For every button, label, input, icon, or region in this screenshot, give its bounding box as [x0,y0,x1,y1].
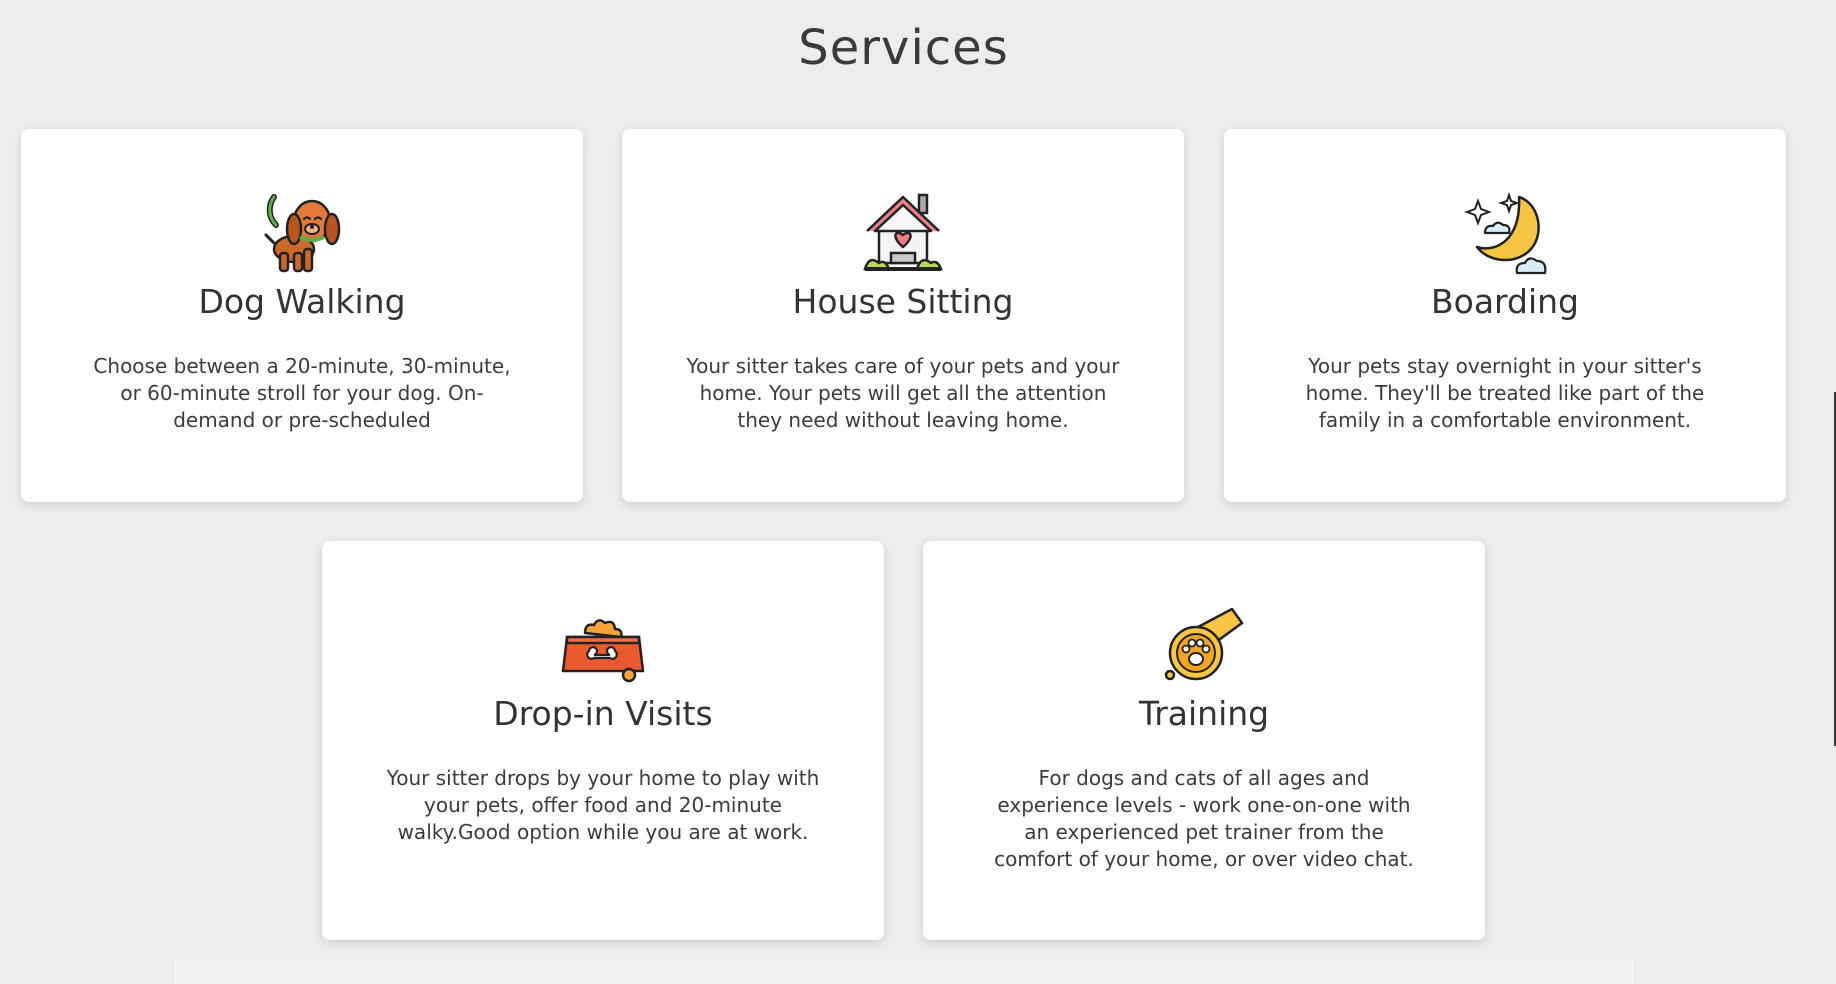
service-description: Choose between a 20-minute, 30-minute, o… [93,354,511,432]
dog-on-leash-icon [260,191,344,275]
page-title: Services [798,20,1009,76]
paw-whistle-icon [1162,603,1246,687]
service-description: Your sitter takes care of your pets and … [686,354,1120,432]
service-card-boarding[interactable]: Boarding Your pets stay overnight in you… [1224,129,1786,502]
service-card-dog-walking[interactable]: Dog Walking Choose between a 20-minute, … [21,129,583,502]
service-description: Your sitter drops by your home to play w… [386,766,820,844]
moon-stars-clouds-icon [1463,191,1547,275]
footer-edge [174,960,1634,984]
house-with-heart-icon [861,191,945,275]
service-title: Dog Walking [198,282,406,321]
service-card-house-sitting[interactable]: House Sitting Your sitter takes care of … [622,129,1184,502]
service-description: For dogs and cats of all ages and experi… [994,766,1414,871]
service-card-training[interactable]: Training For dogs and cats of all ages a… [923,541,1485,940]
service-title: House Sitting [792,282,1014,321]
service-card-drop-in-visits[interactable]: Drop-in Visits Your sitter drops by your… [322,541,884,940]
pet-food-bowl-icon [561,603,645,687]
service-description: Your pets stay overnight in your sitter'… [1305,354,1705,432]
service-title: Boarding [1430,282,1580,321]
service-title: Training [1138,694,1270,733]
service-title: Drop-in Visits [493,694,713,733]
